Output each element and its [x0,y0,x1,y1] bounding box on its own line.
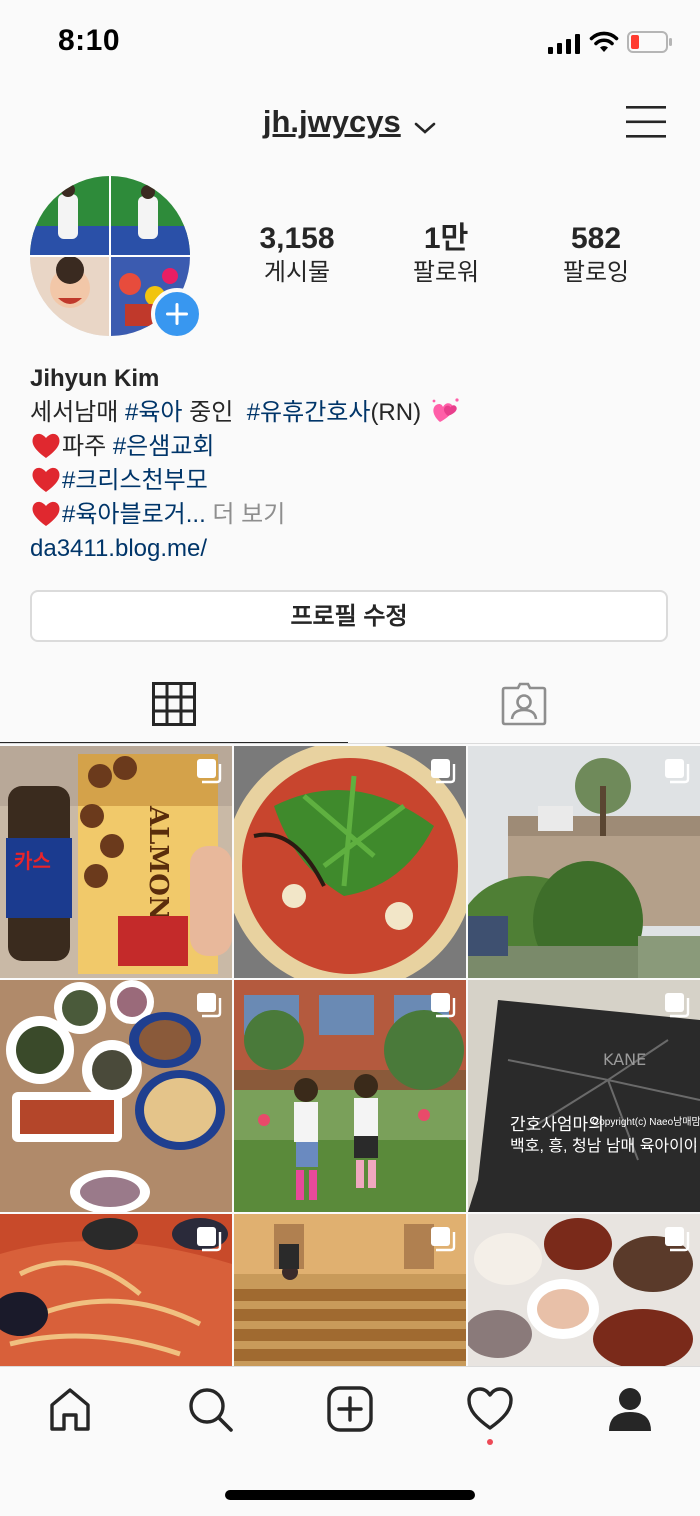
svg-text:카스: 카스 [14,849,51,873]
tab-divider [0,743,700,744]
bio-line: 세서남매 #육아 중인 #유휴간호사(RN) [30,396,670,430]
bio-line: #크리스천부모 [30,464,670,498]
post-seafood-pasta[interactable] [0,1214,232,1366]
status-time: 8:10 [58,24,121,57]
search-icon[interactable] [186,1385,234,1433]
profile-icon[interactable] [606,1385,654,1433]
post-kids-school-garden[interactable] [234,980,466,1212]
hashtag-link[interactable]: #은샘교회 [113,433,215,460]
stat-posts-label: 게시물 [263,259,331,286]
bio-line: #육아블로거... 더 보기 [30,498,670,532]
multiple-photos-icon [665,759,690,784]
multiple-photos-icon [665,993,690,1018]
stat-followers-value: 1만 [423,222,469,255]
overlay-caption-subtitle: 백호, 흥, 청남 남매 육아이야기♥ [510,1138,696,1155]
menu-icon[interactable] [626,104,666,140]
hashtag-link[interactable]: #육아 [125,399,183,426]
post-dark-sign[interactable]: KANE 간호사엄마의 Copyright(c) Naeo남매맘 백호, 흥, … [468,980,700,1212]
tagged-user-icon [501,682,547,726]
cellular-signal-icon [548,34,580,54]
profile-name: Jihyun Kim [30,365,160,392]
post-korean-side-dishes[interactable] [468,1214,700,1366]
red-heart-icon [32,433,60,458]
new-post-icon[interactable] [326,1385,374,1433]
multiple-photos-icon [197,1227,222,1252]
red-heart-icon [32,501,60,526]
wifi-icon [589,31,619,52]
battery-icon [627,31,672,53]
stat-following[interactable]: 582 팔로잉 [526,220,666,288]
post-drink-almond-chocolate[interactable]: 카스 ALMOND [0,746,232,978]
overlay-copyright: Copyright(c) Naeo남매맘 [592,1117,700,1128]
hashtag-link[interactable]: #유휴간호사 [247,399,371,426]
home-indicator [225,1490,475,1500]
svg-text:KANE: KANE [603,1050,646,1069]
chevron-down-icon[interactable] [413,120,437,136]
hashtag-link[interactable]: #육아블로거... [62,501,206,528]
grid-icon [152,682,196,726]
edit-profile-button[interactable]: 프로필 수정 [30,590,668,642]
profile-bio: Jihyun Kim 세서남매 #육아 중인 #유휴간호사(RN) 파주 #은샘… [30,362,670,566]
plus-icon [166,303,188,325]
status-bar: 8:10 [0,0,700,88]
home-icon[interactable] [46,1385,94,1433]
multiple-photos-icon [197,993,222,1018]
bio-line: 파주 #은샘교회 [30,430,670,464]
activity-heart-icon[interactable] [466,1385,514,1433]
add-story-button[interactable] [151,288,203,340]
post-building-garden[interactable] [468,746,700,978]
multiple-photos-icon [431,993,456,1018]
stat-following-label: 팔로잉 [562,259,630,286]
multiple-photos-icon [431,1227,456,1252]
hashtag-link[interactable]: #크리스천부모 [62,467,208,494]
bio-text: 세서남매 [30,399,125,426]
tab-tagged[interactable] [350,664,700,744]
stat-followers[interactable]: 1만 팔로워 [376,220,516,288]
bio-text: (RN) [370,399,422,426]
stat-posts-value: 3,158 [259,222,335,255]
notification-dot [487,1439,493,1445]
sparkling-heart-icon [432,398,459,422]
red-heart-icon [32,467,60,492]
username-switcher[interactable]: jh.jwycys [0,104,700,140]
post-korean-dinner-table[interactable] [0,980,232,1212]
multiple-photos-icon [431,759,456,784]
profile-website-link[interactable]: da3411.blog.me/ [30,532,670,566]
stat-followers-label: 팔로워 [412,259,480,286]
multiple-photos-icon [665,1227,690,1252]
stat-following-value: 582 [570,222,622,255]
username[interactable]: jh.jwycys [263,104,401,139]
more-link[interactable]: 더 보기 [206,501,285,528]
bio-text: 중인 [182,399,247,426]
stat-posts[interactable]: 3,158 게시물 [227,220,367,288]
post-church-interior[interactable] [234,1214,466,1366]
bio-text: 파주 [62,433,113,460]
tab-grid[interactable] [0,664,348,744]
profile-header: jh.jwycys [0,96,700,156]
post-arugula-pizza[interactable] [234,746,466,978]
multiple-photos-icon [197,759,222,784]
